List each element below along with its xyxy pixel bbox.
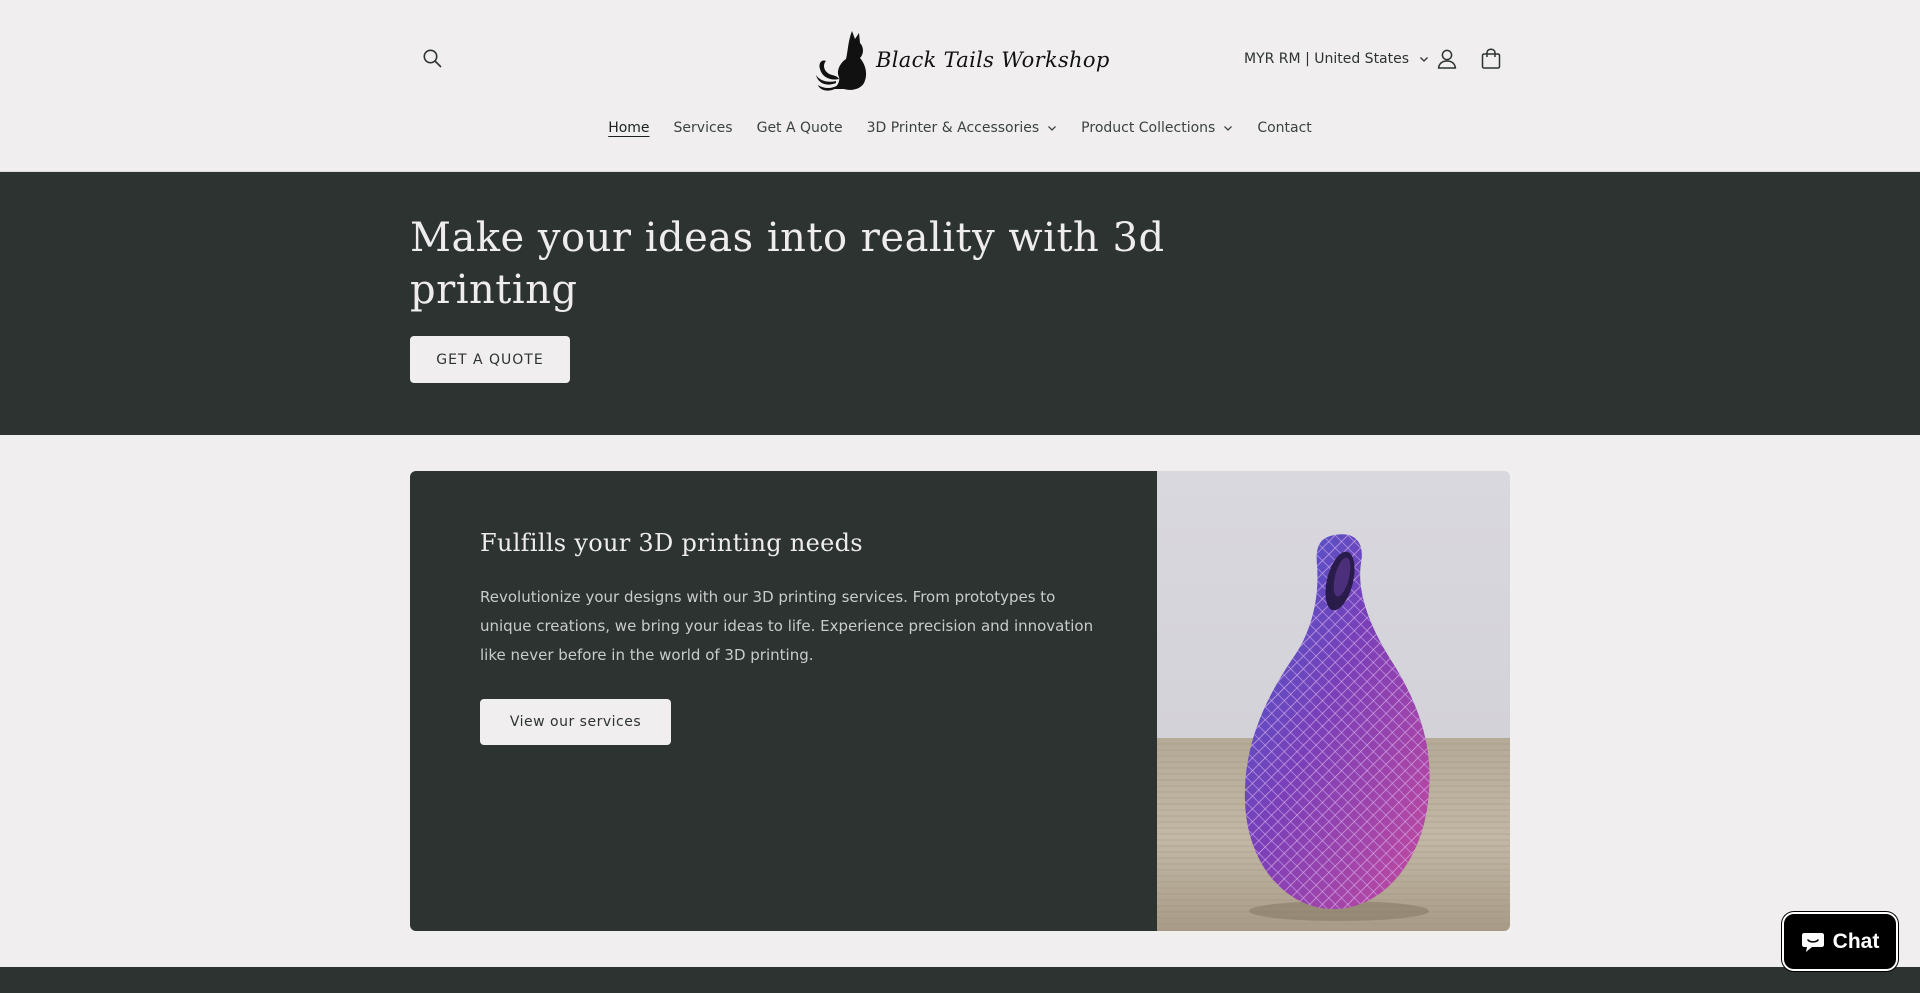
currency-selector[interactable]: MYR RM | United States [1244,48,1429,70]
nav-item-label: Services [673,120,733,136]
feature-section: Fulfills your 3D printing needs Revoluti… [410,471,1510,931]
nav-item-contact[interactable]: Contact [1245,118,1323,138]
user-icon [1437,49,1457,69]
chat-label: Chat [1832,929,1880,953]
feature-image [1157,471,1510,931]
hero-title: Make your ideas into reality with 3d pri… [410,215,1165,313]
nav-item-3d-printer-accessories[interactable]: 3D Printer & Accessories [855,118,1070,138]
logo-text: Black Tails Workshop [876,48,1110,72]
cat-logo-icon [816,31,867,91]
hero-banner: Make your ideas into reality with 3d pri… [0,172,1920,435]
chat-button[interactable]: Chat [1782,912,1898,971]
feature-text-panel: Fulfills your 3D printing needs Revoluti… [410,471,1157,931]
account-button[interactable] [1434,46,1460,72]
nav-item-label: 3D Printer & Accessories [866,120,1040,136]
site-header: Black Tails Workshop MYR RM | United Sta… [0,0,1920,172]
feature-description: Revolutionize your designs with our 3D p… [480,588,1094,664]
search-button[interactable] [418,44,446,72]
get-a-quote-button[interactable]: GET A QUOTE [410,336,570,383]
cart-button[interactable] [1478,46,1504,72]
footer-strip [0,967,1920,993]
nav-item-label: Contact [1257,120,1312,136]
nav-item-label: Get A Quote [756,120,843,136]
nav-item-label: Product Collections [1081,120,1216,136]
chevron-down-icon [1048,126,1057,131]
feature-title: Fulfills your 3D printing needs [480,529,863,557]
site-logo[interactable]: Black Tails Workshop [812,26,1112,94]
main-navigation: Home Services Get A Quote 3D Printer & A… [0,118,1920,138]
nav-item-label: Home [608,120,650,136]
nav-item-services[interactable]: Services [662,118,745,138]
chevron-down-icon [1420,57,1429,62]
chat-bubble-icon [1801,932,1824,952]
shopping-bag-icon [1481,48,1501,69]
nav-item-home[interactable]: Home [596,118,661,138]
chevron-down-icon [1224,126,1233,131]
currency-label: MYR RM | United States [1244,51,1410,67]
nav-item-get-a-quote[interactable]: Get A Quote [745,118,855,138]
3d-printed-vase-image [1157,534,1510,931]
view-services-button[interactable]: View our services [480,699,671,745]
nav-item-product-collections[interactable]: Product Collections [1069,118,1245,138]
search-icon [423,49,442,68]
